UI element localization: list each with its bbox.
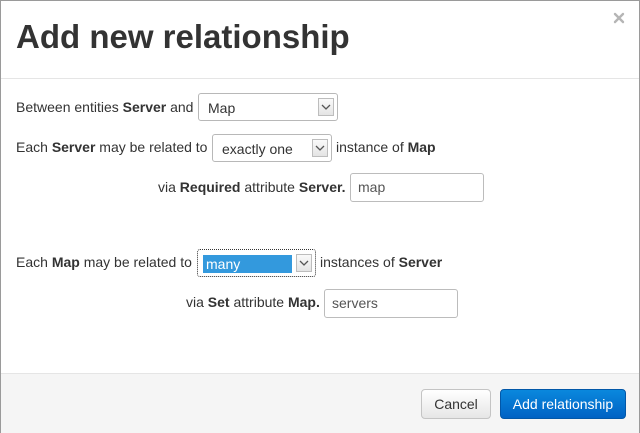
close-icon[interactable] <box>612 11 626 25</box>
row4-prefix: Each <box>16 254 48 270</box>
row3-attr-type: Required <box>179 179 241 195</box>
entities-prefix: Between entities <box>16 99 119 115</box>
entities-conjunction: and <box>170 99 194 115</box>
cancel-button[interactable]: Cancel <box>421 389 491 419</box>
server-attribute-row: via Required attribute Server. <box>158 177 346 197</box>
row3-middle: attribute <box>244 179 295 195</box>
row2-target: Map <box>407 139 436 155</box>
row3-prefix: via <box>158 179 176 195</box>
entity-b-select-value: Map <box>208 100 236 116</box>
entities-row: Between entities Server and <box>16 97 193 117</box>
chevron-down-icon[interactable] <box>296 254 312 272</box>
add-relationship-dialog: Add new relationship Between entities Se… <box>0 0 640 433</box>
server-cardinality-suffix: instance of Map <box>336 137 436 157</box>
dialog-header: Add new relationship <box>1 1 639 79</box>
row5-prefix: via <box>186 294 204 310</box>
chevron-down-icon[interactable] <box>312 139 328 157</box>
server-attribute-input[interactable]: map <box>350 173 484 202</box>
map-cardinality-select[interactable]: many <box>197 249 316 277</box>
map-attribute-row: via Set attribute Map. <box>186 292 320 312</box>
dialog-title: Add new relationship <box>16 18 350 55</box>
row4-entity: Map <box>51 254 80 270</box>
add-relationship-button[interactable]: Add relationship <box>500 389 626 419</box>
dialog-footer: Cancel Add relationship <box>1 373 639 433</box>
row2-entity: Server <box>51 139 96 155</box>
row5-attr-owner: Map. <box>287 294 320 310</box>
row5-attr-type: Set <box>207 294 230 310</box>
map-cardinality-value: many <box>206 256 241 272</box>
row4-middle: may be related to <box>83 254 192 270</box>
row2-middle: may be related to <box>99 139 208 155</box>
entity-b-select[interactable]: Map <box>198 93 338 121</box>
row4-suffix: instances of <box>320 254 395 270</box>
entity-a-label: Server <box>122 99 167 115</box>
chevron-down-icon[interactable] <box>318 98 334 116</box>
row4-target: Server <box>398 254 443 270</box>
map-cardinality-suffix: instances of Server <box>320 252 442 272</box>
server-cardinality-select[interactable]: exactly one <box>212 134 332 162</box>
row2-suffix: instance of <box>336 139 404 155</box>
row3-attr-owner: Server. <box>298 179 346 195</box>
map-cardinality-row: Each Map may be related to <box>16 252 192 272</box>
server-cardinality-row: Each Server may be related to <box>16 137 207 157</box>
row2-prefix: Each <box>16 139 48 155</box>
map-attribute-input[interactable]: servers <box>324 289 458 318</box>
row5-middle: attribute <box>233 294 285 310</box>
server-cardinality-value: exactly one <box>222 141 293 157</box>
